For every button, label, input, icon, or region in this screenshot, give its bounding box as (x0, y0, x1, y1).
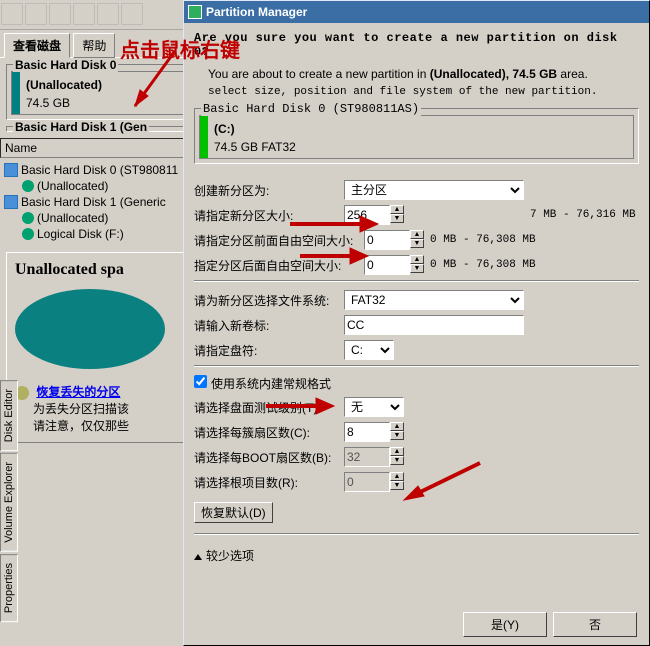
dialog-titlebar[interactable]: Partition Manager (184, 1, 649, 23)
confirm-question: Are you sure you want to create a new pa… (194, 29, 639, 65)
tree-header[interactable]: Name (0, 138, 200, 158)
panel-title: Unallocated spa (15, 261, 185, 279)
label-free-after: 指定分区后面自由空间大小: (194, 257, 364, 274)
input-sectors-per-cluster[interactable] (344, 422, 390, 442)
restore-defaults-button[interactable]: 恢复默认(D) (194, 502, 273, 523)
label-drive-letter: 请指定盘符: (194, 342, 344, 359)
dialog-title: Partition Manager (206, 5, 307, 19)
spin-down[interactable]: ▼ (390, 214, 404, 223)
partition-text: (Unallocated) 74.5 GB (20, 72, 108, 114)
toolbar (0, 0, 200, 30)
partition-text: (C:) 74.5 GB FAT32 (208, 116, 302, 158)
label-sectors-per-cluster: 请选择每簇扇区数(C): (194, 424, 344, 441)
info-line-2: select size, position and file system of… (194, 84, 639, 100)
spin-up[interactable]: ▲ (390, 422, 404, 431)
label-size: 请指定新分区大小: (194, 207, 344, 224)
side-tab-properties[interactable]: Properties (0, 554, 18, 622)
range-free-after: 0 MB - 76,308 MB (424, 259, 536, 271)
spin-up: ▲ (390, 447, 404, 456)
disk-preview-legend: Basic Hard Disk 0 (ST980811AS) (201, 102, 421, 116)
spin-down[interactable]: ▼ (390, 431, 404, 440)
label-create-as: 创建新分区为: (194, 182, 344, 199)
side-tab-disk-editor[interactable]: Disk Editor (0, 380, 18, 451)
label-volume-label: 请输入新卷标: (194, 317, 344, 334)
info-line-1: You are about to create a new partition … (194, 65, 639, 84)
recover-task: 恢复丢失的分区 为丢失分区扫描该 请注意，仅仅那些 (15, 383, 185, 434)
select-create-as[interactable]: 主分区 (344, 180, 524, 200)
task-panel: Unallocated spa 恢复丢失的分区 为丢失分区扫描该 请注意，仅仅那… (6, 252, 194, 443)
input-size[interactable] (344, 205, 390, 225)
recover-desc1: 为丢失分区扫描该 (15, 400, 185, 417)
partition-color-stripe (12, 72, 20, 114)
spin-down: ▼ (390, 456, 404, 465)
input-sectors-per-boot (344, 447, 390, 467)
partition-name: (C:) (214, 120, 296, 138)
checkbox-use-defaults[interactable]: 使用系统内建常规格式 (194, 375, 331, 392)
checkbox-use-defaults-input[interactable] (194, 375, 207, 388)
input-free-after[interactable] (364, 255, 410, 275)
volume-icon (22, 180, 34, 192)
disk0-legend: Basic Hard Disk 0 (13, 58, 118, 72)
tab-view-disks[interactable]: 查看磁盘 (4, 33, 70, 58)
disk1-legend-cut: Basic Hard Disk 1 (Gen (13, 120, 149, 134)
tree-disk0-unalloc[interactable]: (Unallocated) (4, 178, 196, 194)
spin-up[interactable]: ▲ (410, 230, 424, 239)
range-size: 7 MB - 76,316 MB (524, 209, 636, 221)
tab-help[interactable]: 帮助 (73, 33, 115, 58)
no-button[interactable]: 否 (553, 612, 637, 637)
spin-up[interactable]: ▲ (410, 255, 424, 264)
background-window: 查看磁盘 帮助 Basic Hard Disk 0 (Unallocated) … (0, 0, 200, 646)
input-root-entries (344, 472, 390, 492)
spin-down: ▼ (390, 481, 404, 490)
partition-size: 74.5 GB FAT32 (214, 138, 296, 156)
label-filesystem: 请为新分区选择文件系统: (194, 292, 344, 309)
disk-tree: Basic Hard Disk 0 (ST980811 (Unallocated… (0, 158, 200, 246)
app-icon (188, 5, 202, 19)
tree-disk1-logical[interactable]: Logical Disk (F:) (4, 226, 196, 242)
recover-link[interactable]: 恢复丢失的分区 (36, 385, 120, 399)
recover-desc2: 请注意，仅仅那些 (15, 417, 185, 434)
select-filesystem[interactable]: FAT32 (344, 290, 524, 310)
tabstrip: 查看磁盘 帮助 (0, 30, 200, 58)
side-tabs: Disk Editor Volume Explorer Properties (0, 380, 18, 624)
disk0-groupbox: Basic Hard Disk 0 (Unallocated) 74.5 GB (6, 64, 194, 120)
input-volume-label[interactable] (344, 315, 524, 335)
spin-up[interactable]: ▲ (390, 205, 404, 214)
volume-icon (22, 212, 34, 224)
partition-manager-dialog: Partition Manager Are you sure you want … (183, 0, 650, 646)
volume-icon (22, 228, 34, 240)
partition-size: 74.5 GB (26, 94, 102, 112)
label-sectors-per-boot: 请选择每BOOT扇区数(B): (194, 449, 344, 466)
disk-icon (4, 163, 18, 177)
input-free-before[interactable] (364, 230, 410, 250)
select-surface-test[interactable]: 无 (344, 397, 404, 417)
yes-button[interactable]: 是(Y) (463, 612, 547, 637)
label-surface-test: 请选择盘面测试级别(T): (194, 399, 344, 416)
label-free-before: 请指定分区前面自由空间大小: (194, 232, 364, 249)
spin-down[interactable]: ▼ (410, 239, 424, 248)
partition-color-stripe (200, 116, 208, 158)
disk-preview-groupbox: Basic Hard Disk 0 (ST980811AS) (C:) 74.5… (194, 108, 639, 164)
side-tab-volume-explorer[interactable]: Volume Explorer (0, 453, 18, 552)
chevron-up-icon (194, 554, 202, 560)
tree-disk1-unalloc[interactable]: (Unallocated) (4, 210, 196, 226)
less-options-toggle[interactable]: 较少选项 (194, 543, 639, 568)
spin-down[interactable]: ▼ (410, 264, 424, 273)
tree-disk0[interactable]: Basic Hard Disk 0 (ST980811 (4, 162, 196, 178)
range-free-before: 0 MB - 76,308 MB (424, 234, 536, 246)
pie-graphic (15, 289, 165, 369)
select-drive-letter[interactable]: C: (344, 340, 394, 360)
disk-icon (4, 195, 18, 209)
label-root-entries: 请选择根项目数(R): (194, 474, 344, 491)
disk-preview-bar[interactable]: (C:) 74.5 GB FAT32 (199, 115, 634, 159)
spin-up: ▲ (390, 472, 404, 481)
disk0-partition-bar[interactable]: (Unallocated) 74.5 GB (11, 71, 189, 115)
disk1-groupbox-cut: Basic Hard Disk 1 (Gen (6, 126, 194, 132)
partition-name: (Unallocated) (26, 76, 102, 94)
tree-disk1[interactable]: Basic Hard Disk 1 (Generic (4, 194, 196, 210)
